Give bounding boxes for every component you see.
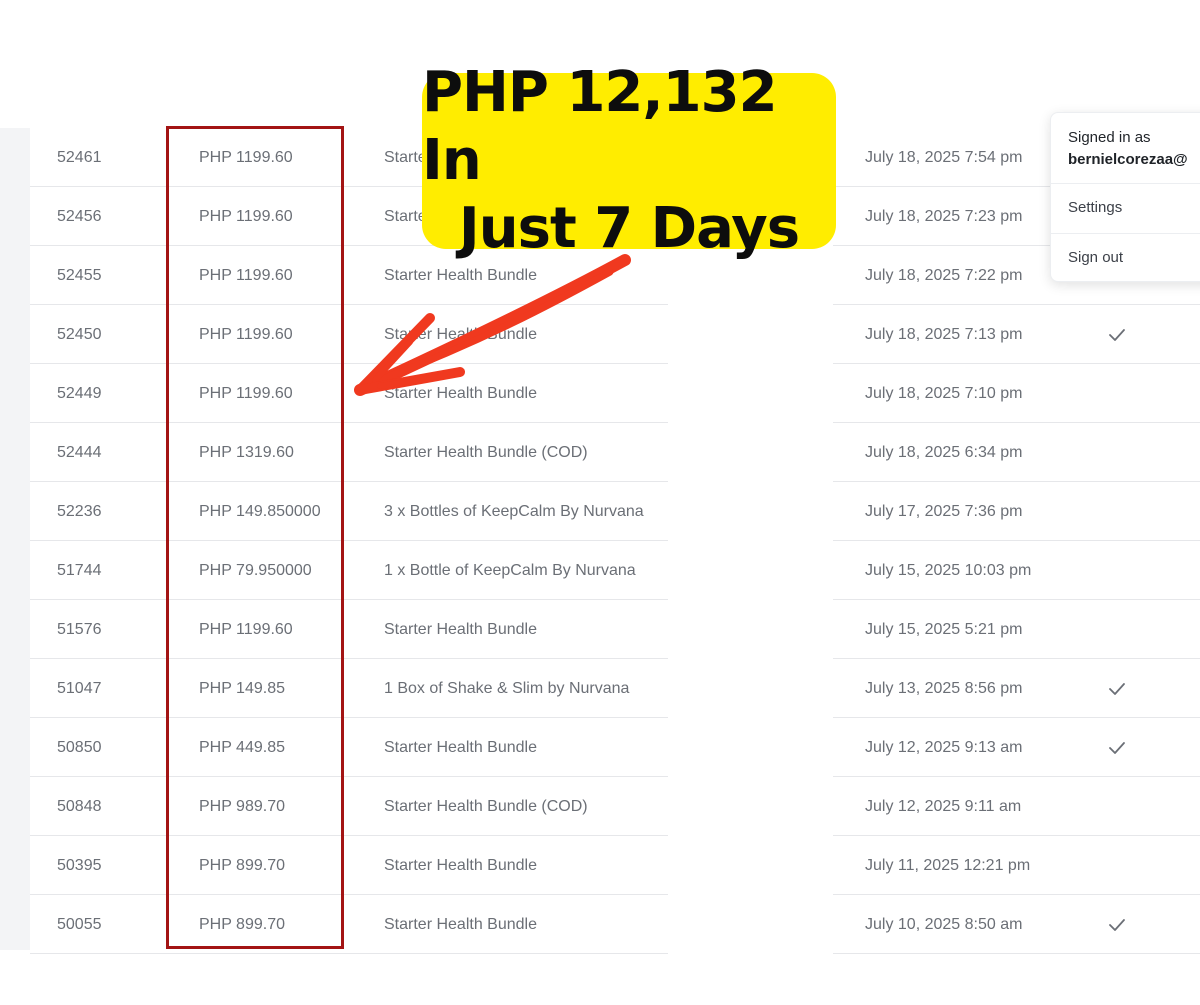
order-id: 52450 <box>57 326 102 343</box>
order-id: 50055 <box>57 916 102 933</box>
order-product: Starter Health Bundle <box>384 621 537 638</box>
check-icon <box>1108 659 1126 718</box>
order-id: 51047 <box>57 680 102 697</box>
order-id: 51576 <box>57 621 102 638</box>
check-icon <box>1108 718 1126 777</box>
order-id: 52449 <box>57 385 102 402</box>
settings-menu-item[interactable]: Settings <box>1068 197 1122 219</box>
order-id: 51744 <box>57 562 102 579</box>
check-icon <box>1108 305 1126 364</box>
order-date: July 18, 2025 7:10 pm <box>865 385 1023 402</box>
order-date: July 12, 2025 9:11 am <box>865 798 1022 815</box>
order-id: 50848 <box>57 798 102 815</box>
callout-line-2: Just 7 Days <box>458 196 800 261</box>
callout-line-1: PHP 12,132 In <box>422 60 778 193</box>
order-id: 50850 <box>57 739 102 756</box>
order-date: July 18, 2025 7:23 pm <box>865 208 1023 225</box>
sign-out-menu-item[interactable]: Sign out <box>1068 247 1123 269</box>
order-id: 52456 <box>57 208 102 225</box>
row-divider <box>30 953 668 954</box>
order-product: Starte <box>384 208 427 225</box>
order-product: Starter Health Bundle <box>384 857 537 874</box>
order-product: Starter Health Bundle (COD) <box>384 798 588 815</box>
user-email: bernielcorezaa@ <box>1068 151 1188 168</box>
order-product: Starter Health Bundle <box>384 916 537 933</box>
check-icon <box>1108 895 1126 954</box>
order-date: July 11, 2025 12:21 pm <box>865 857 1031 874</box>
signed-in-label: Signed in as <box>1068 129 1151 146</box>
menu-divider <box>1051 233 1200 234</box>
earnings-callout: PHP 12,132 In Just 7 Days <box>422 60 836 261</box>
row-divider <box>833 953 1200 954</box>
order-date: July 12, 2025 9:13 am <box>865 739 1023 756</box>
order-date: July 18, 2025 7:22 pm <box>865 267 1023 284</box>
order-date: July 18, 2025 7:54 pm <box>865 149 1023 166</box>
order-product: 1 Box of Shake & Slim by Nurvana <box>384 680 630 697</box>
order-product: Starter Health Bundle <box>384 739 537 756</box>
order-product: 1 x Bottle of KeepCalm By Nurvana <box>384 562 636 579</box>
order-product: Starter Health Bundle (COD) <box>384 444 588 461</box>
order-id: 52455 <box>57 267 102 284</box>
sidebar-edge <box>0 128 30 950</box>
order-date: July 15, 2025 10:03 pm <box>865 562 1032 579</box>
red-arrow-icon <box>354 254 631 396</box>
order-id: 52236 <box>57 503 102 520</box>
user-menu-dropdown: Signed in as bernielcorezaa@ Settings Si… <box>1050 112 1200 282</box>
order-date: July 18, 2025 7:13 pm <box>865 326 1023 343</box>
order-id: 52461 <box>57 149 102 166</box>
order-date: July 17, 2025 7:36 pm <box>865 503 1023 520</box>
order-date: July 13, 2025 8:56 pm <box>865 680 1023 697</box>
amount-column-highlight-box <box>166 126 344 949</box>
order-product: 3 x Bottles of KeepCalm By Nurvana <box>384 503 644 520</box>
order-date: July 15, 2025 5:21 pm <box>865 621 1023 638</box>
order-date: July 18, 2025 6:34 pm <box>865 444 1023 461</box>
order-id: 50395 <box>57 857 102 874</box>
menu-divider <box>1051 183 1200 184</box>
order-date: July 10, 2025 8:50 am <box>865 916 1023 933</box>
order-product: Starte <box>384 149 427 166</box>
order-id: 52444 <box>57 444 102 461</box>
